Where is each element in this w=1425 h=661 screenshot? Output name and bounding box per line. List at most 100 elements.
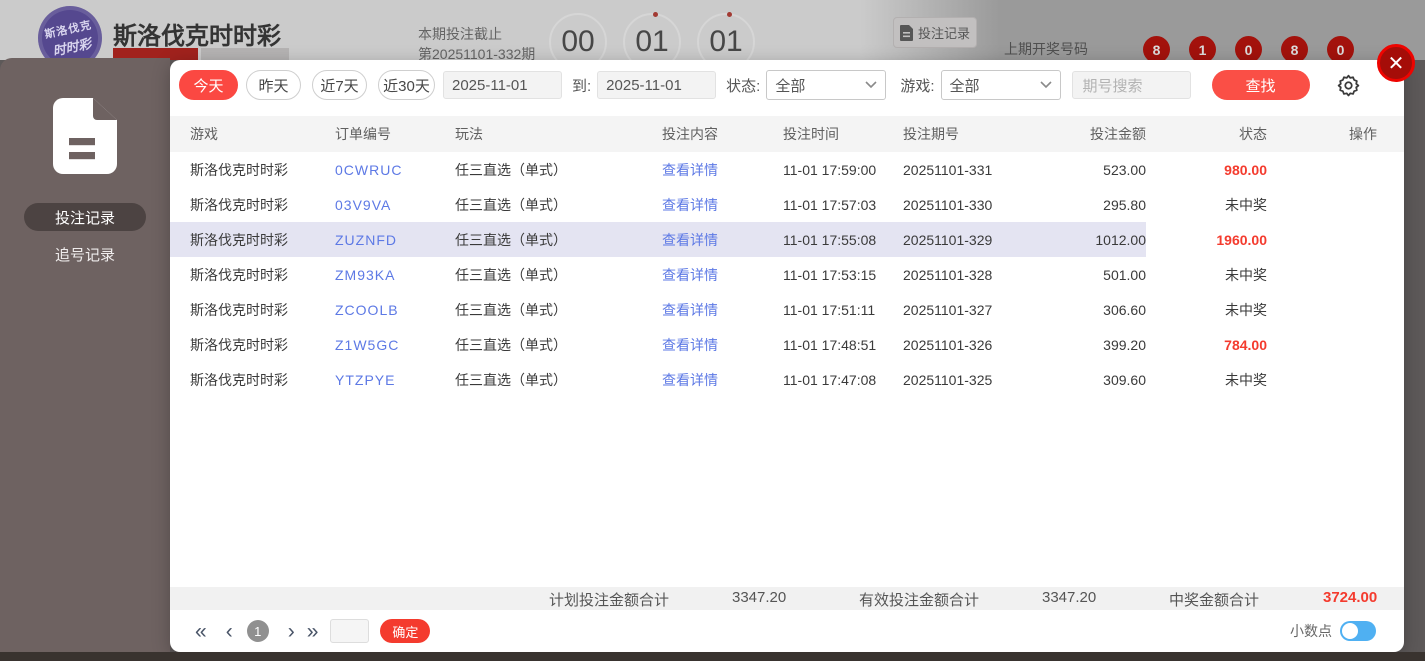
bet-record-button[interactable]: 投注记录 <box>893 17 977 48</box>
bet-records-modal: 今天 昨天 近7天 近30天 2025-11-01 到: 2025-11-01 … <box>170 60 1404 652</box>
order-id-link[interactable]: ZUZNFD <box>335 222 455 257</box>
order-id-link[interactable]: Z1W5GC <box>335 327 455 362</box>
cell-period: 20251101-331 <box>903 161 993 178</box>
view-details-link[interactable]: 查看详情 <box>662 257 783 292</box>
sidebar-item-chase-records[interactable]: 追号记录 <box>24 242 146 266</box>
first-page-button[interactable]: « <box>195 621 207 642</box>
cell-period: 20251101-325 <box>903 371 993 388</box>
cell-status: 未中奖 <box>1225 371 1267 388</box>
cell-amount: 1012.00 <box>1055 222 1146 257</box>
cell-play: 任三直选（单式） <box>455 301 567 318</box>
order-id-link[interactable]: 03V9VA <box>335 187 455 222</box>
deadline-label: 本期投注截止 <box>418 26 502 42</box>
next-page-button[interactable]: › <box>288 621 295 642</box>
cell-game: 斯洛伐克时时彩 <box>190 336 288 353</box>
game-select-value: 全部 <box>949 77 980 95</box>
record-sidebar: 投注记录 追号记录 <box>0 58 170 652</box>
view-details-link[interactable]: 查看详情 <box>662 222 783 257</box>
col-play: 玩法 <box>455 116 662 152</box>
cell-period: 20251101-326 <box>903 336 993 353</box>
prev-page-button[interactable]: ‹ <box>226 621 233 642</box>
status-label: 状态: <box>726 77 761 95</box>
cell-status: 980.00 <box>1224 161 1267 178</box>
lottery-logo: 斯洛伐克 时时彩 <box>32 0 108 60</box>
cell-status: 未中奖 <box>1225 266 1267 283</box>
draw-number-ball: 8 <box>1281 36 1308 60</box>
cell-status: 未中奖 <box>1225 301 1267 318</box>
status-select[interactable]: 全部 <box>766 70 887 100</box>
chevron-down-icon <box>865 81 877 89</box>
table-row[interactable]: 斯洛伐克时时彩 ZUZNFD 任三直选（单式） 查看详情 11-01 17:55… <box>170 222 1404 257</box>
cell-period: 20251101-328 <box>903 266 993 283</box>
table-row[interactable]: 斯洛伐克时时彩 ZCOOLB 任三直选（单式） 查看详情 11-01 17:51… <box>170 292 1404 327</box>
filter-yesterday-button[interactable]: 昨天 <box>246 70 301 100</box>
countdown-dot <box>653 12 658 17</box>
search-button[interactable]: 查找 <box>1211 70 1310 100</box>
countdown-hours: 00 <box>549 13 607 60</box>
pagination-bar: « ‹ 1 › » 确定 小数点 <box>170 610 1404 652</box>
view-details-link[interactable]: 查看详情 <box>662 362 783 397</box>
view-details-link[interactable]: 查看详情 <box>662 152 783 187</box>
table-row[interactable]: 斯洛伐克时时彩 YTZPYE 任三直选（单式） 查看详情 11-01 17:47… <box>170 362 1404 397</box>
game-select[interactable]: 全部 <box>940 70 1061 100</box>
page-header: 斯洛伐克 时时彩 斯洛伐克时时彩 本期投注截止 第20251101-332期 0… <box>0 0 1425 60</box>
cell-time: 11-01 17:57:03 <box>783 196 877 213</box>
table-row[interactable]: 斯洛伐克时时彩 Z1W5GC 任三直选（单式） 查看详情 11-01 17:48… <box>170 327 1404 362</box>
order-id-link[interactable]: ZCOOLB <box>335 292 455 327</box>
cell-action <box>1267 362 1404 397</box>
last-page-button[interactable]: » <box>307 621 319 642</box>
play-mode-button2-clipped[interactable] <box>201 48 289 60</box>
cell-play: 任三直选（单式） <box>455 161 567 178</box>
sidebar-item-bet-records[interactable]: 投注记录 <box>24 203 146 231</box>
view-details-link[interactable]: 查看详情 <box>662 187 783 222</box>
draw-number-ball: 0 <box>1235 36 1262 60</box>
cell-action <box>1267 257 1404 292</box>
order-id-link[interactable]: YTZPYE <box>335 362 455 397</box>
order-id-link[interactable]: ZM93KA <box>335 257 455 292</box>
records-table: 游戏 订单编号 玩法 投注内容 投注时间 投注期号 投注金额 状态 操作 斯洛伐… <box>170 116 1404 397</box>
settings-gear-icon[interactable] <box>1336 73 1361 98</box>
cell-time: 11-01 17:53:15 <box>783 266 877 283</box>
cell-play: 任三直选（单式） <box>455 222 662 257</box>
draw-number-ball: 1 <box>1189 36 1216 60</box>
page-title: 斯洛伐克时时彩 <box>113 23 281 50</box>
decimal-toggle[interactable] <box>1340 621 1376 641</box>
cell-amount: 309.60 <box>1103 371 1146 388</box>
close-modal-button[interactable]: ✕ <box>1377 44 1415 82</box>
view-details-link[interactable]: 查看详情 <box>662 327 783 362</box>
cell-amount: 501.00 <box>1103 266 1146 283</box>
confirm-page-button[interactable]: 确定 <box>380 619 431 643</box>
filter-7days-button[interactable]: 近7天 <box>312 70 367 100</box>
table-row[interactable]: 斯洛伐克时时彩 0CWRUC 任三直选（单式） 查看详情 11-01 17:59… <box>170 152 1404 187</box>
cell-time: 11-01 17:48:51 <box>783 336 877 353</box>
filter-bar: 今天 昨天 近7天 近30天 2025-11-01 到: 2025-11-01 … <box>170 60 1404 110</box>
record-document-icon <box>51 96 119 181</box>
filter-30days-button[interactable]: 近30天 <box>378 70 435 100</box>
cell-period: 20251101-327 <box>903 301 993 318</box>
cell-time: 11-01 17:55:08 <box>783 222 903 257</box>
col-time: 投注时间 <box>783 116 903 152</box>
page-jump-input[interactable] <box>330 619 370 643</box>
to-label: 到: <box>572 77 592 95</box>
cell-game: 斯洛伐克时时彩 <box>190 161 288 178</box>
valid-total-value: 3347.20 <box>1042 589 1097 606</box>
col-period: 投注期号 <box>903 116 1055 152</box>
cell-game: 斯洛伐克时时彩 <box>170 222 335 257</box>
status-select-value: 全部 <box>775 77 806 95</box>
countdown-seconds: 01 <box>697 13 755 60</box>
cell-period: 20251101-330 <box>903 196 993 213</box>
view-details-link[interactable]: 查看详情 <box>662 292 783 327</box>
col-action: 操作 <box>1267 116 1404 152</box>
filter-today-button[interactable]: 今天 <box>179 70 238 100</box>
last-draw-label: 上期开奖号码 <box>1004 41 1088 57</box>
cell-time: 11-01 17:47:08 <box>783 371 877 388</box>
page-number[interactable]: 1 <box>246 620 269 642</box>
date-to-input[interactable]: 2025-11-01 <box>597 71 717 99</box>
planned-total-value: 3347.20 <box>732 589 787 606</box>
table-row[interactable]: 斯洛伐克时时彩 03V9VA 任三直选（单式） 查看详情 11-01 17:57… <box>170 187 1404 222</box>
date-from-input[interactable]: 2025-11-01 <box>443 71 562 99</box>
table-row[interactable]: 斯洛伐克时时彩 ZM93KA 任三直选（单式） 查看详情 11-01 17:53… <box>170 257 1404 292</box>
period-search-input[interactable]: 期号搜索 <box>1071 71 1191 99</box>
cell-action <box>1267 152 1404 187</box>
order-id-link[interactable]: 0CWRUC <box>335 152 455 187</box>
